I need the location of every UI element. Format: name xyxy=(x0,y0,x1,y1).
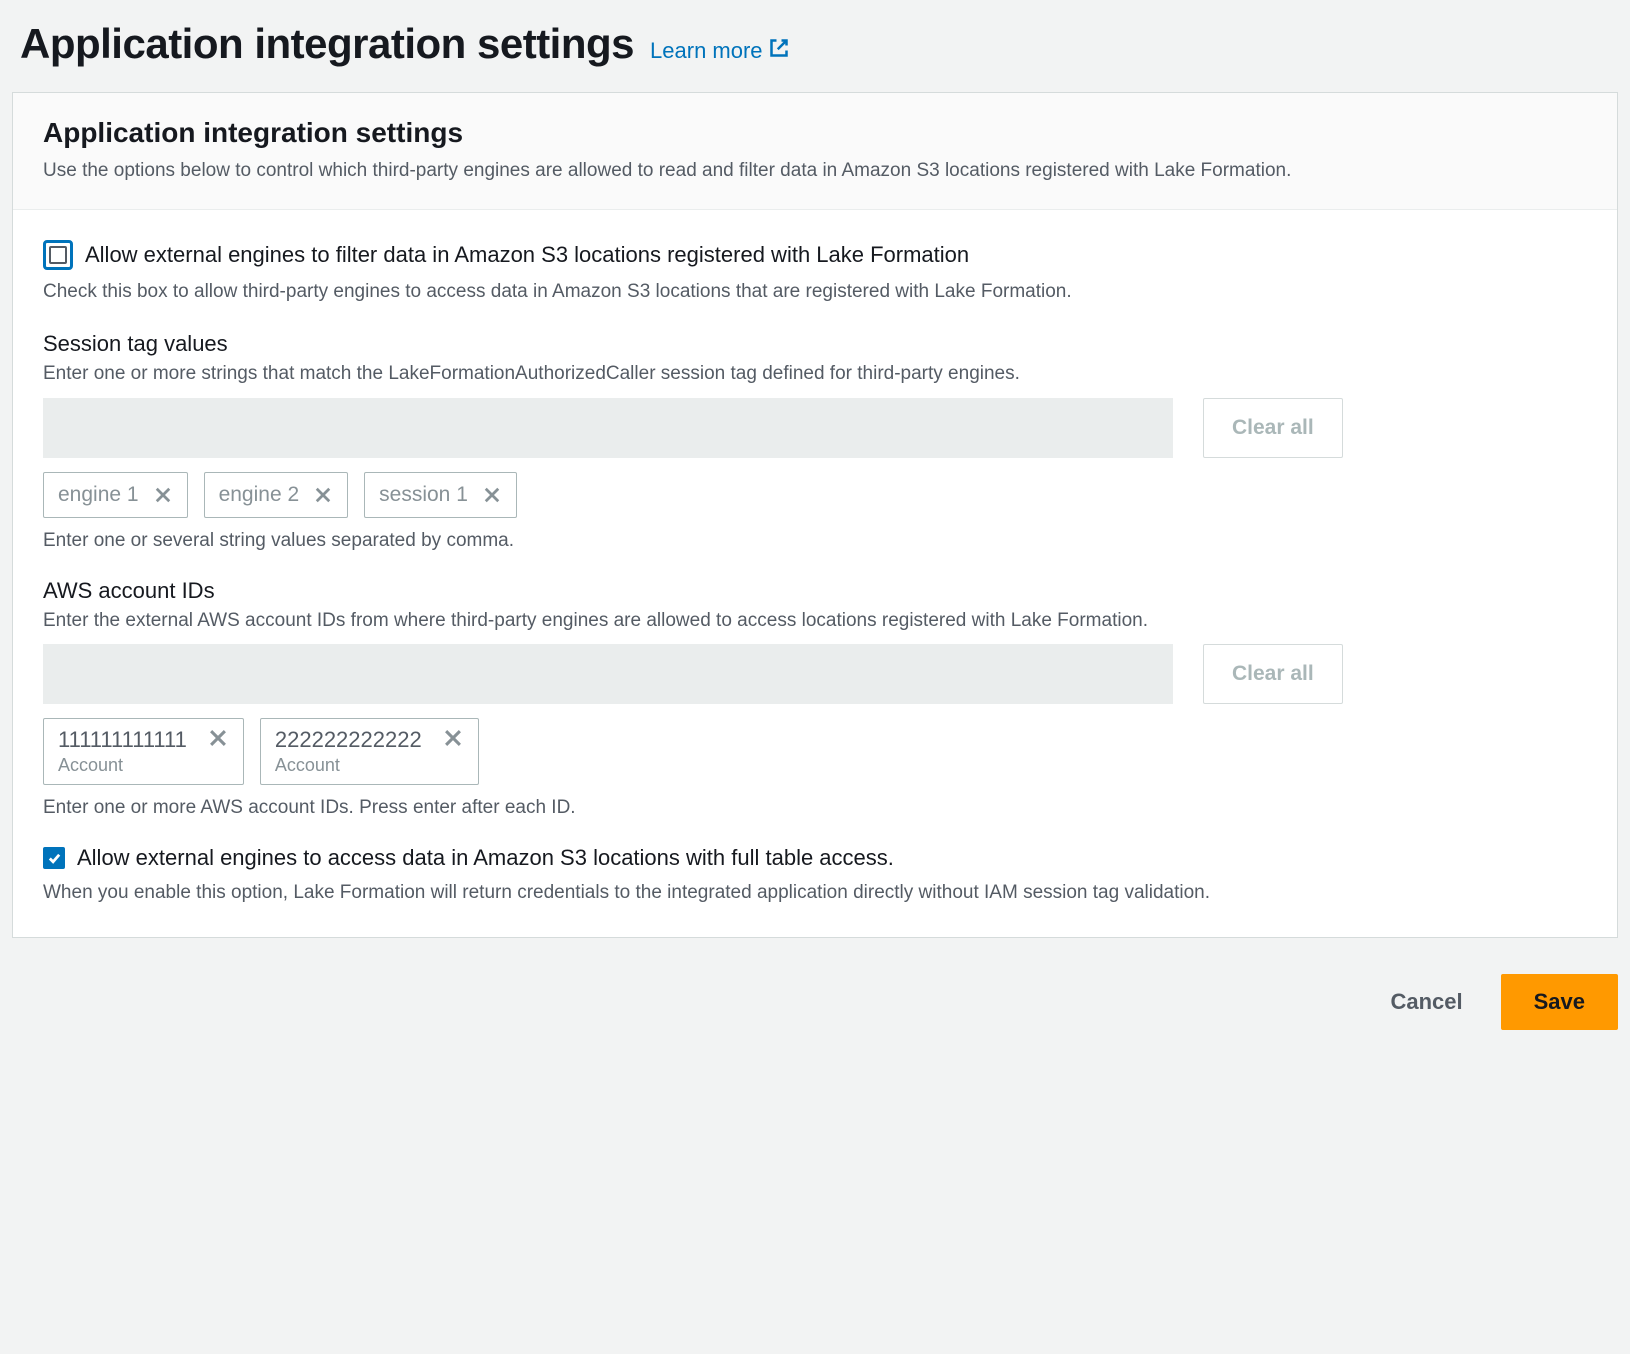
session-tags-helper: Enter one or several string values separ… xyxy=(43,530,1587,552)
account-ids-clear-button[interactable]: Clear all xyxy=(1203,644,1343,704)
checkbox-inner xyxy=(49,246,67,264)
account-ids-field: AWS account IDs Enter the external AWS a… xyxy=(43,578,1587,820)
session-tags-tokens: engine 1 engine 2 session 1 xyxy=(43,472,1587,518)
card-body: Allow external engines to filter data in… xyxy=(13,210,1617,937)
allow-filter-label: Allow external engines to filter data in… xyxy=(85,242,969,268)
session-tag-token: session 1 xyxy=(364,472,517,518)
token-value: engine 1 xyxy=(58,483,139,507)
remove-token-icon[interactable] xyxy=(313,485,333,505)
external-link-icon xyxy=(769,38,789,64)
card-title: Application integration settings xyxy=(43,117,1587,149)
remove-token-icon[interactable] xyxy=(153,485,173,505)
full-access-label: Allow external engines to access data in… xyxy=(77,845,894,871)
cancel-button[interactable]: Cancel xyxy=(1380,975,1472,1029)
token-value: 222222222222 xyxy=(275,727,422,753)
settings-card: Application integration settings Use the… xyxy=(12,92,1618,938)
token-content: 111111111111 Account xyxy=(58,727,187,776)
account-ids-desc: Enter the external AWS account IDs from … xyxy=(43,608,1587,635)
token-value: session 1 xyxy=(379,483,468,507)
page-header: Application integration settings Learn m… xyxy=(0,0,1630,92)
allow-filter-checkbox[interactable] xyxy=(43,240,73,270)
remove-token-icon[interactable] xyxy=(482,485,502,505)
card-subtitle: Use the options below to control which t… xyxy=(43,157,1587,185)
account-ids-helper: Enter one or more AWS account IDs. Press… xyxy=(43,797,1587,819)
card-header: Application integration settings Use the… xyxy=(13,93,1617,210)
page-title: Application integration settings xyxy=(20,20,634,68)
save-button[interactable]: Save xyxy=(1501,974,1618,1030)
session-tags-desc: Enter one or more strings that match the… xyxy=(43,361,1587,388)
token-sublabel: Account xyxy=(58,755,187,776)
allow-filter-desc: Check this box to allow third-party engi… xyxy=(43,278,1587,306)
session-tags-field: Session tag values Enter one or more str… xyxy=(43,331,1587,552)
account-ids-input-row: Clear all xyxy=(43,644,1587,704)
session-tags-input[interactable] xyxy=(43,398,1173,458)
token-value: engine 2 xyxy=(219,483,300,507)
session-tag-token: engine 1 xyxy=(43,472,188,518)
session-tag-token: engine 2 xyxy=(204,472,349,518)
token-sublabel: Account xyxy=(275,755,422,776)
learn-more-text: Learn more xyxy=(650,38,763,64)
account-id-token: 222222222222 Account xyxy=(260,718,479,785)
session-tags-clear-button[interactable]: Clear all xyxy=(1203,398,1343,458)
account-id-token: 111111111111 Account xyxy=(43,718,244,785)
full-access-row: Allow external engines to access data in… xyxy=(43,845,1587,871)
token-content: 222222222222 Account xyxy=(275,727,422,776)
remove-token-icon[interactable] xyxy=(207,727,229,749)
account-ids-label: AWS account IDs xyxy=(43,578,1587,604)
account-ids-input[interactable] xyxy=(43,644,1173,704)
learn-more-link[interactable]: Learn more xyxy=(650,38,789,64)
token-value: 111111111111 xyxy=(58,727,187,753)
remove-token-icon[interactable] xyxy=(442,727,464,749)
checkmark-icon xyxy=(47,851,62,866)
account-ids-tokens: 111111111111 Account 222222222222 Accoun… xyxy=(43,718,1587,785)
allow-filter-row: Allow external engines to filter data in… xyxy=(43,240,1587,270)
full-access-checkbox[interactable] xyxy=(43,847,65,869)
session-tags-input-row: Clear all xyxy=(43,398,1587,458)
session-tags-label: Session tag values xyxy=(43,331,1587,357)
footer-actions: Cancel Save xyxy=(0,974,1630,1060)
full-access-desc: When you enable this option, Lake Format… xyxy=(43,879,1587,907)
